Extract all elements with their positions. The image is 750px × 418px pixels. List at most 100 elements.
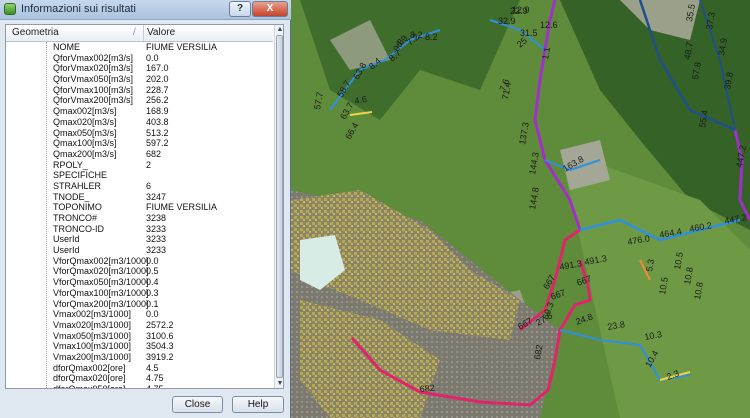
- river-value-label: 682: [419, 383, 435, 394]
- attribute-value: 2572.2: [146, 319, 174, 330]
- attribute-value: FIUME VERSILIA: [146, 202, 218, 213]
- table-row[interactable]: QforVmax002[m3/s] 0.0: [6, 53, 273, 64]
- table-row[interactable]: dforQmax020[ore] 4.75: [6, 373, 273, 384]
- titlebar-help-button[interactable]: ?: [229, 1, 251, 17]
- table-row[interactable]: UserId 3233: [6, 234, 273, 245]
- attribute-value: 682: [146, 148, 162, 159]
- scroll-down-icon[interactable]: ▼: [276, 379, 283, 388]
- table-row[interactable]: Qmax200[m3/s] 682: [6, 149, 273, 160]
- attribute-name: Vmax020[m3/1000]: [53, 319, 132, 330]
- table-row[interactable]: QforVmax100[m3/s] 228.7: [6, 85, 273, 96]
- qgis-app-icon: [4, 3, 16, 15]
- table-row[interactable]: QforVmax020[m3/s] 167.0: [6, 63, 273, 74]
- attribute-name: RPOLY_: [53, 159, 88, 170]
- river-value-label: 12.6: [540, 20, 558, 30]
- attribute-name: Vmax002[m3/1000]: [53, 309, 132, 320]
- attribute-value: 202.0: [146, 74, 169, 85]
- table-row[interactable]: TRONCO# 3238: [6, 213, 273, 224]
- table-row[interactable]: Vmax050[m3/1000] 3100.6: [6, 331, 273, 342]
- titlebar-close-button[interactable]: X: [252, 1, 288, 17]
- attribute-name: TRONCO-ID: [53, 223, 104, 234]
- table-row[interactable]: TNODE_ 3247: [6, 192, 273, 203]
- attribute-name: QforVmax020[m3/s]: [53, 63, 134, 74]
- table-row[interactable]: SPECIFICHE: [6, 170, 273, 181]
- table-row[interactable]: VforQmax100[m3/1000] 0.3: [6, 288, 273, 299]
- table-row[interactable]: Vmax002[m3/1000] 0.0: [6, 309, 273, 320]
- attribute-name: dforQmax020[ore]: [53, 373, 126, 384]
- table-row[interactable]: TRONCO-ID 3233: [6, 224, 273, 235]
- close-button[interactable]: Close: [172, 396, 223, 413]
- title-bar[interactable]: Informazioni sui risultati ? X: [0, 0, 291, 20]
- table-header: Geometria / Valore: [6, 25, 273, 42]
- table-row[interactable]: Vmax020[m3/1000] 2572.2: [6, 320, 273, 331]
- window-title: Informazioni sui risultati: [21, 3, 136, 15]
- attribute-value: 0.1: [146, 298, 159, 309]
- attribute-value: 4.75: [146, 384, 164, 389]
- river-value-label: 32.9: [498, 16, 516, 26]
- attribute-name: Vmax050[m3/1000]: [53, 330, 132, 341]
- attribute-value: 597.2: [146, 138, 169, 149]
- table-row[interactable]: Vmax100[m3/1000] 3504.3: [6, 341, 273, 352]
- column-header-value[interactable]: Valore: [147, 27, 175, 38]
- table-row[interactable]: Vmax200[m3/1000] 3919.2: [6, 352, 273, 363]
- attribute-value: 3504.3: [146, 341, 174, 352]
- attribute-name: dforQmax050[ore]: [53, 384, 126, 389]
- attribute-value: 4.5: [146, 362, 159, 373]
- table-row[interactable]: Qmax020[m3/s] 403.8: [6, 117, 273, 128]
- table-row[interactable]: QforVmax050[m3/s] 202.0: [6, 74, 273, 85]
- attribute-value: 256.2: [146, 95, 169, 106]
- attribute-table[interactable]: Geometria / Valore NOME FIUME VERSILIA Qfo…: [5, 24, 284, 389]
- attribute-value: 168.9: [146, 106, 169, 117]
- attribute-name: QforVmax002[m3/s]: [53, 52, 134, 63]
- attribute-name: TOPONIMO: [53, 202, 102, 213]
- attribute-value: 513.2: [146, 127, 169, 138]
- vertical-scrollbar[interactable]: ▲ ▼: [274, 25, 283, 388]
- attribute-value: 6: [146, 180, 152, 191]
- attribute-value: 3919.2: [146, 351, 174, 362]
- attribute-name: QforVmax050[m3/s]: [53, 74, 134, 85]
- table-row[interactable]: UserId 3233: [6, 245, 273, 256]
- table-row[interactable]: TOPONIMO FIUME VERSILIA: [6, 202, 273, 213]
- table-row[interactable]: NOME FIUME VERSILIA: [6, 42, 273, 53]
- river-value-label: 8.2: [425, 32, 438, 42]
- table-rows: NOME FIUME VERSILIA QforVmax002[m3/s] 0.0 Qf…: [6, 42, 273, 389]
- river-value-label: 4.6: [354, 94, 368, 106]
- table-row[interactable]: VforQmax050[m3/1000] 0.4: [6, 277, 273, 288]
- attribute-name: dforQmax002[ore]: [53, 362, 126, 373]
- table-row[interactable]: VforQmax200[m3/1000] 0.1: [6, 299, 273, 310]
- table-row[interactable]: VforQmax020[m3/1000] 0.5: [6, 266, 273, 277]
- attribute-value: 3238: [146, 213, 167, 223]
- river-value-label: 31.5: [520, 28, 538, 38]
- table-row[interactable]: Qmax100[m3/s] 597.2: [6, 138, 273, 149]
- attribute-name: NOME: [53, 42, 80, 52]
- attribute-name: UserId: [53, 234, 80, 245]
- attribute-value: 0.0: [146, 52, 159, 63]
- table-row[interactable]: dforQmax050[ore] 4.75: [6, 384, 273, 389]
- attribute-name: SPECIFICHE: [53, 170, 108, 181]
- scroll-thumb[interactable]: [276, 35, 283, 378]
- table-row[interactable]: QforVmax200[m3/s] 256.2: [6, 95, 273, 106]
- table-row[interactable]: dforQmax002[ore] 4.5: [6, 363, 273, 374]
- table-row[interactable]: Qmax050[m3/s] 513.2: [6, 128, 273, 139]
- attribute-name: VforQmax020[m3/1000]: [53, 266, 149, 277]
- table-row[interactable]: RPOLY_ 2: [6, 160, 273, 171]
- table-row[interactable]: VforQmax002[m3/1000] 0.0: [6, 256, 273, 267]
- attribute-name: VforQmax200[m3/1000]: [53, 298, 149, 309]
- table-row[interactable]: STRAHLER 6: [6, 181, 273, 192]
- attribute-name: Vmax100[m3/1000]: [53, 341, 132, 352]
- table-row[interactable]: Qmax002[m3/s] 168.9: [6, 106, 273, 117]
- attribute-value: 3233: [146, 234, 167, 245]
- column-header-geometry[interactable]: Geometria: [12, 27, 59, 38]
- attribute-name: VforQmax100[m3/1000]: [53, 287, 149, 298]
- attribute-name: QforVmax200[m3/s]: [53, 95, 134, 106]
- attribute-name: QforVmax100[m3/s]: [53, 84, 134, 95]
- attribute-name: Qmax100[m3/s]: [53, 138, 117, 149]
- attribute-name: VforQmax050[m3/1000]: [53, 277, 149, 288]
- column-separator[interactable]: [143, 25, 144, 41]
- scroll-up-icon[interactable]: ▲: [276, 25, 283, 34]
- attribute-name: TNODE_: [53, 191, 90, 202]
- attribute-value: 0.0: [146, 309, 159, 320]
- attribute-name: Qmax200[m3/s]: [53, 148, 117, 159]
- attribute-name: Qmax050[m3/s]: [53, 127, 117, 138]
- help-button[interactable]: Help: [232, 396, 284, 413]
